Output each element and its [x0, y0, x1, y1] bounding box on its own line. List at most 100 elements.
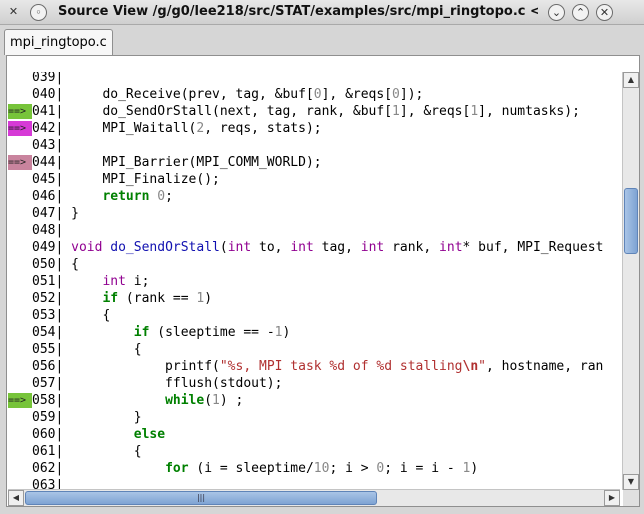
line-number: 047|: [32, 206, 64, 221]
code-text: int i;: [102, 274, 150, 289]
line-number: 051|: [32, 274, 64, 289]
marker-gutter: [8, 223, 32, 238]
code-line[interactable]: 056| printf("%s, MPI task %d of %d stall…: [8, 358, 620, 375]
code-text: {: [63, 257, 79, 272]
line-number: 040|: [32, 87, 64, 102]
code-line[interactable]: ==> 041| do_SendOrStall(next, tag, rank, …: [8, 103, 620, 120]
code-line[interactable]: 054| if (sleeptime == -1): [8, 324, 620, 341]
minimize-button[interactable]: ⌄: [548, 4, 565, 21]
marker-gutter: [8, 308, 32, 323]
code-line[interactable]: 050| {: [8, 256, 620, 273]
code-line[interactable]: 048|: [8, 222, 620, 239]
code-line[interactable]: ==> 058| while(1) ;: [8, 392, 620, 409]
window-menu-button[interactable]: ◦: [30, 4, 47, 21]
line-number: 062|: [32, 461, 64, 476]
marker-gutter: [8, 359, 32, 374]
line-number: 056|: [32, 359, 64, 374]
code-text: fflush(stdout);: [63, 376, 283, 391]
marker-gutter: [8, 325, 32, 340]
code-line[interactable]: 059| }: [8, 409, 620, 426]
line-number: 053|: [32, 308, 64, 323]
scroll-down-button[interactable]: ▼: [623, 474, 639, 490]
scroll-up-button[interactable]: ▲: [623, 72, 639, 88]
code-line[interactable]: 061| {: [8, 443, 620, 460]
marker-gutter: [8, 240, 32, 255]
stack-marker: ==>: [8, 155, 32, 170]
horizontal-scrollbar[interactable]: ◀ ||| ▶: [8, 489, 620, 506]
tab-mpi-ringtopo[interactable]: mpi_ringtopo.c: [4, 29, 113, 55]
stack-marker: ==>: [8, 393, 32, 408]
stack-marker: ==>: [8, 121, 32, 136]
code-line[interactable]: 052| if (rank == 1): [8, 290, 620, 307]
line-number: 046|: [32, 189, 64, 204]
line-number: 061|: [32, 444, 64, 459]
line-number: 052|: [32, 291, 64, 306]
code-line[interactable]: 049| void do_SendOrStall(int to, int tag…: [8, 239, 620, 256]
code-line[interactable]: 043|: [8, 137, 620, 154]
marker-gutter: [8, 189, 32, 204]
code-line[interactable]: 055| {: [8, 341, 620, 358]
code-text: MPI_Finalize();: [63, 172, 220, 187]
line-number: 048|: [32, 223, 64, 238]
horizontal-scroll-thumb[interactable]: |||: [25, 491, 377, 505]
line-number: 054|: [32, 325, 64, 340]
scroll-corner: [623, 490, 639, 506]
marker-gutter: [8, 291, 32, 306]
marker-gutter: [8, 87, 32, 102]
code-line[interactable]: ==> 044| MPI_Barrier(MPI_COMM_WORLD);: [8, 154, 620, 171]
source-view-panel: 039| 040| do_Receive(prev, tag, &buf[0],…: [6, 55, 640, 507]
marker-gutter: [8, 376, 32, 391]
code-text: else: [133, 427, 166, 442]
marker-gutter: [8, 172, 32, 187]
window-title: Source View /g/g0/lee218/src/STAT/exampl…: [58, 4, 538, 19]
marker-gutter: [8, 444, 32, 459]
vertical-scrollbar[interactable]: ▲ ▼: [622, 72, 639, 490]
scroll-right-button[interactable]: ▶: [604, 490, 620, 506]
line-number: 057|: [32, 376, 64, 391]
close-button[interactable]: ✕: [596, 4, 613, 21]
code-line[interactable]: ==> 042| MPI_Waitall(2, reqs, stats);: [8, 120, 620, 137]
code-line[interactable]: 045| MPI_Finalize();: [8, 171, 620, 188]
code-text: void do_SendOrStall(int to, int tag, int…: [71, 240, 604, 255]
line-number: 042|: [32, 121, 64, 136]
line-number: 050|: [32, 257, 64, 272]
code-text: if (sleeptime == -1): [133, 325, 291, 340]
source-code-area[interactable]: 039| 040| do_Receive(prev, tag, &buf[0],…: [8, 72, 620, 490]
maximize-button[interactable]: ⌃: [572, 4, 589, 21]
code-text: do_SendOrStall(next, tag, rank, &buf[1],…: [63, 104, 580, 119]
code-text: }: [63, 410, 142, 425]
code-text: printf("%s, MPI task %d of %d stalling\n…: [63, 359, 604, 374]
line-number: 058|: [32, 393, 64, 408]
vertical-scroll-thumb[interactable]: [624, 188, 638, 254]
line-number: 049|: [32, 240, 64, 255]
code-line[interactable]: 057| fflush(stdout);: [8, 375, 620, 392]
code-line[interactable]: 051| int i;: [8, 273, 620, 290]
code-text: for (i = sleeptime/10; i > 0; i = i - 1): [165, 461, 479, 476]
code-line[interactable]: 040| do_Receive(prev, tag, &buf[0], &req…: [8, 86, 620, 103]
code-line[interactable]: 053| {: [8, 307, 620, 324]
code-text: MPI_Barrier(MPI_COMM_WORLD);: [63, 155, 322, 170]
tab-bar: mpi_ringtopo.c: [0, 25, 644, 55]
code-line[interactable]: 060| else: [8, 426, 620, 443]
line-number: 039|: [32, 72, 64, 85]
marker-gutter: [8, 138, 32, 153]
code-line[interactable]: 046| return 0;: [8, 188, 620, 205]
line-number: 055|: [32, 342, 64, 357]
code-line[interactable]: 062| for (i = sleeptime/10; i > 0; i = i…: [8, 460, 620, 477]
code-text: }: [63, 206, 79, 221]
scroll-left-button[interactable]: ◀: [8, 490, 24, 506]
code-text: while(1) ;: [165, 393, 244, 408]
marker-gutter: [8, 461, 32, 476]
code-line[interactable]: 039|: [8, 72, 620, 86]
app-close-icon[interactable]: ✕: [6, 4, 21, 19]
line-number: 041|: [32, 104, 64, 119]
marker-gutter: [8, 206, 32, 221]
code-line[interactable]: 047| }: [8, 205, 620, 222]
marker-gutter: [8, 342, 32, 357]
code-text: return 0;: [102, 189, 173, 204]
code-text: {: [63, 342, 142, 357]
code-text: {: [63, 444, 142, 459]
